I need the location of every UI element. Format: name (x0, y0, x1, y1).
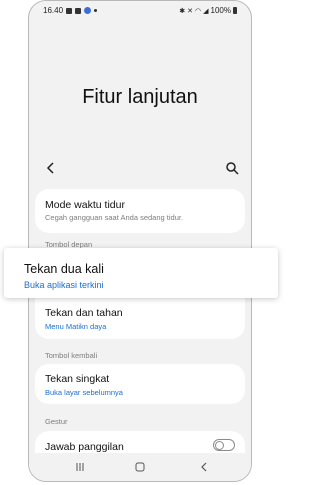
sleep-mode-title: Mode waktu tidur (45, 199, 125, 211)
battery-level: 100% (210, 6, 231, 15)
wifi-icon: ◠ (195, 7, 202, 15)
battery-icon (233, 7, 237, 14)
notification-app-icon (84, 7, 92, 14)
status-bar: 16.40 ✱ ✕ ◠ ◢ 100% (29, 6, 251, 18)
answer-call-title: Jawab panggilan (45, 441, 124, 453)
short-press-title: Tekan singkat (45, 373, 110, 385)
notification-dot-icon (94, 9, 98, 12)
double-press-title: Tekan dua kali (24, 262, 104, 276)
answer-call-toggle[interactable] (213, 439, 235, 451)
mute-icon: ✕ (187, 7, 194, 15)
navigation-bar (29, 453, 251, 481)
press-hold-title[interactable]: Tekan dan tahan (45, 307, 123, 319)
sleep-mode-subtitle: Cegah gangguan saat Anda sedang tidur. (45, 213, 184, 222)
double-press-subtitle: Buka aplikasi terkini (24, 280, 104, 290)
toggle-knob (215, 441, 224, 450)
chevron-left-icon[interactable] (44, 161, 58, 175)
sleep-mode-item[interactable]: Mode waktu tidur Cegah gangguan saat And… (35, 189, 245, 233)
signal-icon: ◢ (203, 7, 209, 15)
home-icon[interactable] (135, 462, 145, 472)
short-press-subtitle: Buka layar sebelumnya (45, 388, 123, 397)
short-press-item[interactable]: Tekan singkat Buka layar sebelumnya (35, 364, 245, 404)
search-icon[interactable] (225, 161, 239, 175)
recent-apps-icon[interactable] (75, 462, 85, 472)
bluetooth-icon: ✱ (179, 7, 186, 15)
section-gestures: Gestur (45, 417, 68, 426)
status-time: 16.40 (43, 6, 64, 15)
notification-message-icon (75, 7, 82, 14)
press-hold-subtitle: Menu Matikn daya (45, 322, 107, 331)
phone-frame: 16.40 ✱ ✕ ◠ ◢ 100% Fitur lanjutan Mode w… (28, 0, 252, 482)
page-title: Fitur lanjutan (82, 86, 198, 108)
notification-gallery-icon (66, 7, 73, 14)
back-icon[interactable] (199, 462, 209, 472)
double-press-item[interactable]: Tekan dua kali Buka aplikasi terkini (4, 248, 278, 298)
section-back-key: Tombol kembali (45, 351, 98, 360)
